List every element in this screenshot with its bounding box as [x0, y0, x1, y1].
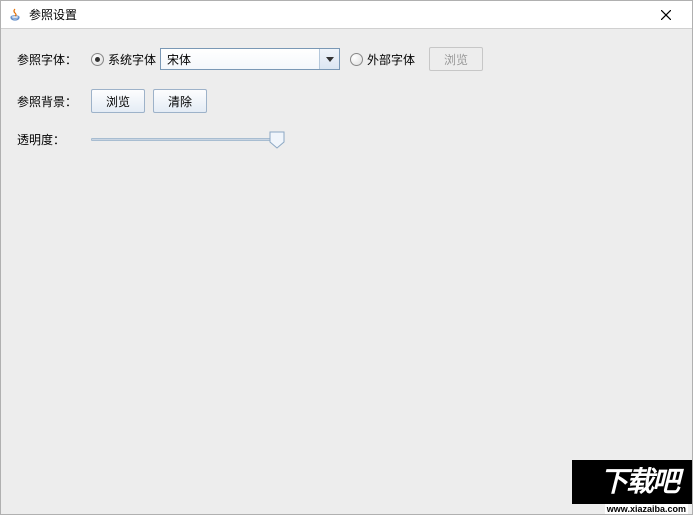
- titlebar: 参照设置: [1, 1, 692, 29]
- opacity-row: 透明度：: [17, 131, 676, 148]
- background-clear-label: 清除: [168, 93, 192, 110]
- external-font-radio[interactable]: 外部字体: [350, 51, 415, 68]
- system-font-radio[interactable]: 系统字体: [91, 51, 156, 68]
- background-label: 参照背景：: [17, 93, 83, 110]
- chevron-down-icon: [319, 49, 339, 69]
- background-clear-button[interactable]: 清除: [153, 89, 207, 113]
- java-icon: [7, 7, 23, 23]
- font-combobox-value: 宋体: [167, 51, 191, 68]
- opacity-slider[interactable]: [91, 132, 277, 148]
- watermark: 下载吧 www.xiazaiba.com: [552, 454, 692, 514]
- font-combobox[interactable]: 宋体: [160, 48, 340, 70]
- window-title: 参照设置: [29, 6, 77, 23]
- font-browse-label: 浏览: [444, 51, 468, 68]
- font-browse-button: 浏览: [429, 47, 483, 71]
- watermark-text: 下载吧: [600, 460, 678, 500]
- background-browse-label: 浏览: [106, 93, 130, 110]
- external-font-radio-label: 外部字体: [367, 51, 415, 68]
- background-browse-button[interactable]: 浏览: [91, 89, 145, 113]
- font-row: 参照字体： 系统字体 宋体 外部字体 浏览: [17, 47, 676, 71]
- system-font-radio-label: 系统字体: [108, 51, 156, 68]
- watermark-url: www.xiazaiba.com: [605, 504, 688, 514]
- radio-unchecked-icon: [350, 53, 363, 66]
- slider-thumb-icon: [269, 131, 285, 149]
- close-button[interactable]: [646, 2, 686, 28]
- content-panel: 参照字体： 系统字体 宋体 外部字体 浏览 参照背景： 浏览 清除 透明度：: [1, 29, 692, 514]
- radio-checked-icon: [91, 53, 104, 66]
- slider-track-line: [91, 138, 277, 141]
- opacity-label: 透明度：: [17, 131, 83, 148]
- font-label: 参照字体：: [17, 51, 83, 68]
- close-icon: [661, 10, 671, 20]
- background-row: 参照背景： 浏览 清除: [17, 89, 676, 113]
